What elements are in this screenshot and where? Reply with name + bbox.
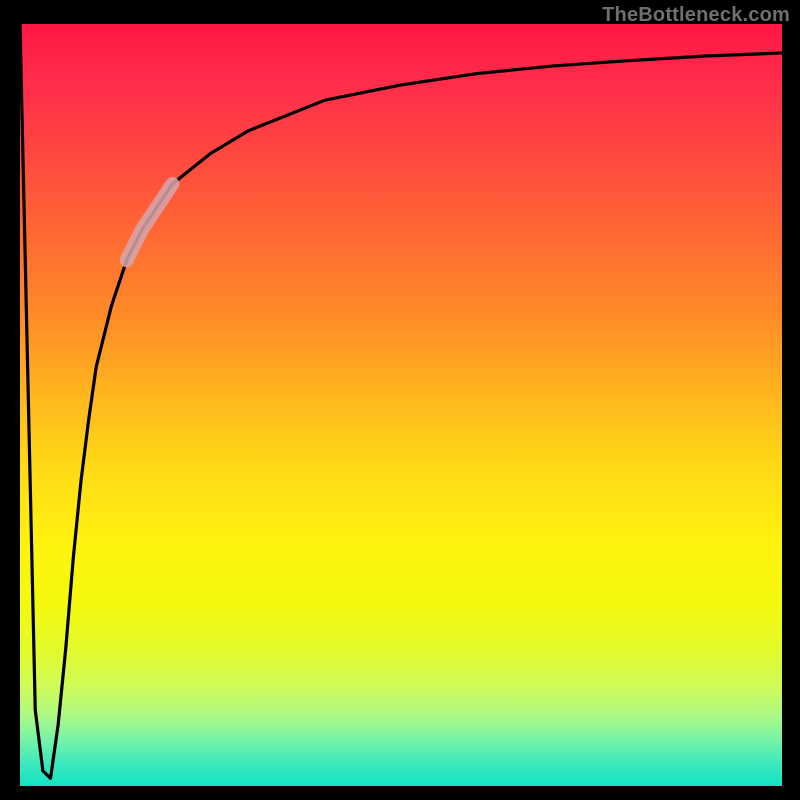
- watermark-text: TheBottleneck.com: [602, 4, 790, 27]
- chart-frame: TheBottleneck.com: [0, 0, 800, 800]
- curve-layer: [20, 24, 782, 786]
- highlight-segment: [127, 184, 173, 260]
- plot-area: [20, 24, 782, 786]
- bottleneck-curve: [20, 24, 782, 778]
